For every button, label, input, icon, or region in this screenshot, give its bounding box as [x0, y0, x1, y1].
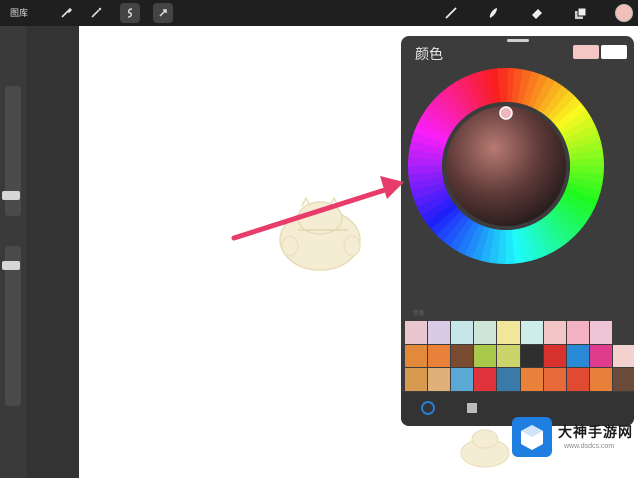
palette-swatch[interactable]	[520, 344, 543, 368]
palette-swatch[interactable]	[543, 344, 566, 368]
color-wheel[interactable]	[406, 66, 606, 266]
color-panel: 颜色 色板	[401, 36, 634, 426]
opacity-handle[interactable]	[2, 261, 20, 270]
palette-swatch[interactable]	[451, 344, 474, 368]
saturation-disc	[446, 106, 566, 226]
palette-swatch[interactable]	[405, 344, 428, 368]
palette-swatch[interactable]	[612, 321, 634, 344]
watermark-logo-icon	[512, 417, 552, 457]
watermark-title: 大神手游网	[558, 425, 633, 441]
palette-swatch[interactable]	[612, 344, 634, 368]
palette-swatch[interactable]	[497, 321, 520, 344]
watermark: 大神手游网 www.dsdcs.com	[512, 417, 634, 457]
palette-swatch[interactable]	[497, 368, 520, 391]
panel-title: 颜色	[415, 46, 443, 62]
palette-swatch[interactable]	[543, 321, 566, 344]
palette-swatch[interactable]	[474, 368, 497, 391]
top-toolbar: 图库	[0, 0, 638, 26]
wrench-icon[interactable]	[56, 3, 76, 23]
brush-size-handle[interactable]	[2, 191, 20, 200]
palette-swatch[interactable]	[451, 368, 474, 391]
color-button[interactable]	[615, 4, 633, 22]
palette-swatch[interactable]	[405, 321, 428, 344]
palette-swatch[interactable]	[566, 344, 589, 368]
opacity-slider[interactable]	[2, 246, 21, 406]
brush-icon[interactable]	[441, 3, 461, 23]
selection-icon[interactable]	[120, 3, 140, 23]
character-sketch	[279, 196, 361, 271]
palette-swatch[interactable]	[589, 368, 612, 391]
transform-icon[interactable]	[153, 3, 173, 23]
palette-swatch[interactable]	[520, 321, 543, 344]
palette-swatch[interactable]	[428, 321, 451, 344]
gallery-button[interactable]: 图库	[10, 6, 28, 19]
procreate-app: 图库 颜色 色板 大神手游网 www.dsdcs.com	[0, 0, 638, 478]
primary-color-swatch[interactable]	[573, 45, 599, 59]
eraser-icon[interactable]	[527, 3, 547, 23]
palette-swatch[interactable]	[428, 368, 451, 391]
canvas-margin	[26, 26, 79, 478]
secondary-color-swatch[interactable]	[601, 45, 627, 59]
palette-swatch[interactable]	[520, 368, 543, 391]
magic-wand-icon[interactable]	[86, 3, 106, 23]
palette-swatch[interactable]	[543, 368, 566, 391]
palette-swatch[interactable]	[428, 344, 451, 368]
palette-swatch[interactable]	[405, 368, 428, 391]
color-palette	[405, 321, 634, 391]
palette-swatch[interactable]	[474, 321, 497, 344]
smudge-icon[interactable]	[483, 3, 503, 23]
disc-mode-icon[interactable]	[421, 401, 435, 415]
color-picker-handle	[499, 106, 513, 120]
watermark-url: www.dsdcs.com	[564, 443, 615, 450]
palette-swatch[interactable]	[589, 321, 612, 344]
palette-swatch[interactable]	[497, 344, 520, 368]
palette-swatch[interactable]	[589, 344, 612, 368]
palette-swatch[interactable]	[612, 368, 634, 391]
palette-swatch[interactable]	[566, 368, 589, 391]
classic-mode-icon[interactable]	[467, 403, 477, 413]
panel-grip[interactable]	[507, 39, 529, 42]
palette-swatch[interactable]	[474, 344, 497, 368]
layers-icon[interactable]	[570, 3, 590, 23]
left-sidebar	[0, 26, 26, 478]
palette-swatch[interactable]	[566, 321, 589, 344]
character-sketch-small	[460, 429, 510, 468]
brush-size-slider[interactable]	[2, 86, 21, 216]
palette-swatch[interactable]	[451, 321, 474, 344]
palette-label: 色板	[413, 311, 426, 317]
